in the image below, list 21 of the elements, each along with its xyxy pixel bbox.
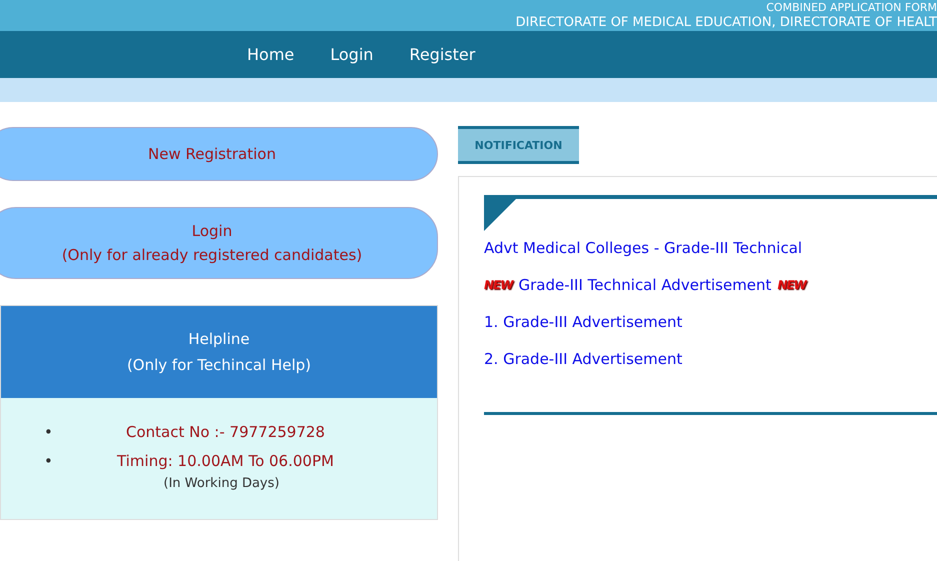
helpline-item: Timing: 10.00AM To 06.00PM xyxy=(117,452,334,470)
notification-tab[interactable]: NOTIFICATION xyxy=(458,126,579,164)
action-button[interactable]: New Registration xyxy=(0,127,438,181)
nav-link[interactable]: Home xyxy=(247,45,294,64)
helpline-title: Helpline xyxy=(187,329,251,350)
bullet-mark: • xyxy=(44,422,54,443)
header-title: DIRECTORATE OF MEDICAL EDUCATION, DIRECTORATE OF HEALT xyxy=(514,14,937,31)
action-button[interactable]: Login (Only for already registered candidates) xyxy=(0,207,438,279)
notification-link[interactable]: Advt Medical Colleges - Grade-III Technical xyxy=(484,238,802,256)
bullet-mark: • xyxy=(44,451,54,472)
new-label: NEW xyxy=(777,278,806,292)
notification-link[interactable]: 1. Grade-III Advertisement xyxy=(484,312,682,330)
helpline-item: Contact No :- 7977259728 xyxy=(126,423,325,441)
header-title: COMBINED APPLICATION FORM xyxy=(765,0,937,14)
nav-link[interactable]: Register xyxy=(409,45,476,64)
helpline-title: (Only for Techincal Help) xyxy=(126,355,312,376)
notification-link[interactable]: Grade-III Technical Advertisement xyxy=(518,276,772,294)
new-label: NEW xyxy=(484,278,512,292)
notification-link[interactable]: 2. Grade-III Advertisement xyxy=(484,350,682,368)
nav-link[interactable]: Login xyxy=(330,45,374,64)
helpline-note: (In Working Days) xyxy=(162,476,280,491)
